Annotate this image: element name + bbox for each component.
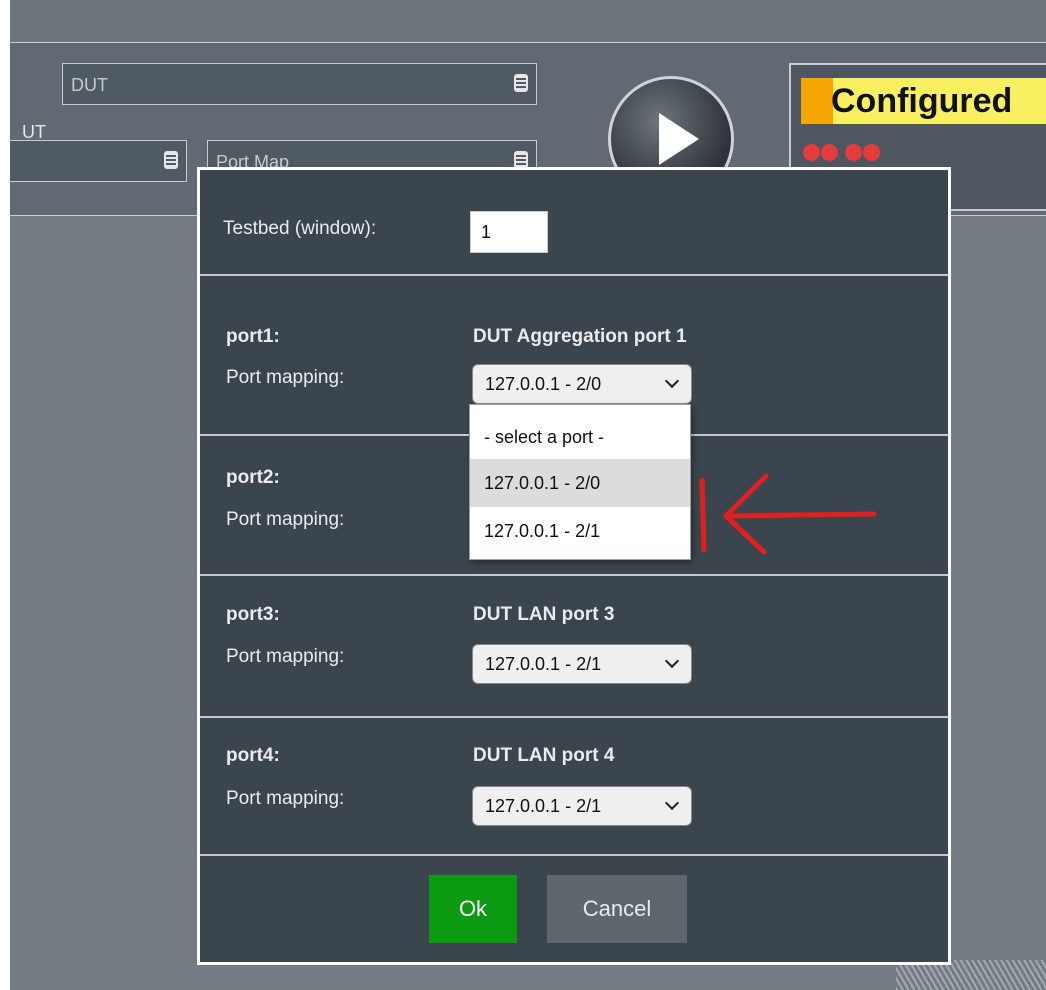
cancel-button[interactable]: Cancel — [547, 875, 687, 943]
ok-button[interactable]: Ok — [429, 875, 517, 943]
dut-field[interactable]: DUT — [62, 63, 537, 105]
status-leds — [803, 144, 881, 164]
document-icon[interactable] — [514, 74, 528, 92]
led-icon — [863, 144, 880, 161]
port4-selected-value: 127.0.0.1 - 2/1 — [485, 796, 602, 816]
status-label: Configured — [801, 78, 1046, 124]
dropdown-option[interactable]: - select a port - — [470, 405, 690, 459]
port3-section: port3: DUT LAN port 3 Port mapping: 127.… — [200, 576, 948, 718]
port-select-dropdown: - select a port - 127.0.0.1 - 2/0 127.0.… — [469, 404, 691, 560]
port1-name: port1: — [226, 326, 280, 347]
dropdown-option[interactable]: 127.0.0.1 - 2/1 — [470, 507, 690, 555]
led-icon — [803, 144, 820, 161]
port3-mapping-label: Port mapping: — [226, 646, 345, 667]
chevron-down-icon — [664, 653, 680, 669]
led-icon — [845, 144, 862, 161]
dialog-footer: Ok Cancel — [200, 856, 948, 962]
port1-mapping-label: Port mapping: — [226, 367, 345, 388]
port4-section: port4: DUT LAN port 4 Port mapping: 127.… — [200, 718, 948, 856]
red-arrow-icon — [699, 473, 877, 555]
port3-mapping-select[interactable]: 127.0.0.1 - 2/1 — [472, 644, 692, 684]
port4-name: port4: — [226, 745, 280, 766]
top-band — [10, 0, 1046, 43]
port-mapping-dialog: Testbed (window): 1 port1: DUT Aggregati… — [197, 167, 951, 965]
port3-name: port3: — [226, 604, 280, 625]
chevron-down-icon — [664, 795, 680, 811]
dut-field-value: DUT — [71, 75, 108, 95]
testbed-input[interactable]: 1 — [470, 211, 548, 253]
play-icon — [659, 113, 699, 165]
port3-selected-value: 127.0.0.1 - 2/1 — [485, 654, 602, 674]
testbed-label: Testbed (window): — [223, 218, 377, 239]
port4-mapping-label: Port mapping: — [226, 788, 345, 809]
port1-description: DUT Aggregation port 1 — [473, 326, 687, 347]
port2-name: port2: — [226, 467, 280, 488]
testbed-row: Testbed (window): 1 — [200, 170, 948, 276]
led-icon — [821, 144, 838, 161]
port4-description: DUT LAN port 4 — [473, 745, 615, 766]
port3-description: DUT LAN port 3 — [473, 604, 615, 625]
left-field[interactable] — [10, 140, 187, 182]
port1-mapping-select[interactable]: 127.0.0.1 - 2/0 — [472, 364, 692, 404]
port2-mapping-label: Port mapping: — [226, 509, 345, 530]
chevron-down-icon — [664, 373, 680, 389]
dropdown-option-highlighted[interactable]: 127.0.0.1 - 2/0 — [470, 459, 690, 507]
document-icon[interactable] — [164, 151, 178, 169]
port1-selected-value: 127.0.0.1 - 2/0 — [485, 374, 602, 394]
port4-mapping-select[interactable]: 127.0.0.1 - 2/1 — [472, 786, 692, 826]
